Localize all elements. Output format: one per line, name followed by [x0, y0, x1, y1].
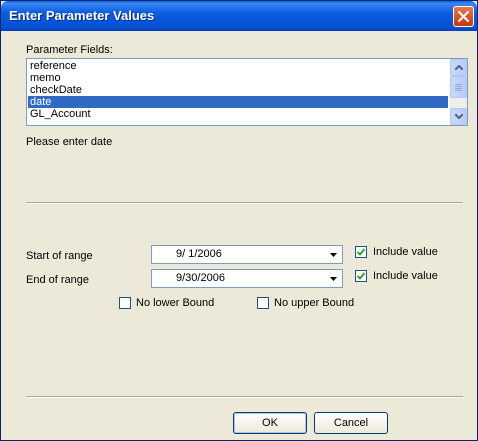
start-include-label: Include value [373, 246, 438, 258]
title-bar[interactable]: Enter Parameter Values [1, 1, 477, 31]
ok-button[interactable]: OK [233, 412, 307, 434]
list-item-partial[interactable] [28, 120, 448, 125]
separator-bottom [26, 396, 463, 398]
close-icon [458, 11, 469, 22]
end-range-combo[interactable]: 9/30/2006 [151, 269, 343, 288]
list-item[interactable]: memo [28, 72, 448, 84]
dropdown-arrow-icon [330, 277, 337, 281]
start-include-checkbox[interactable] [355, 246, 367, 258]
dialog-window: Enter Parameter Values Parameter Fields:… [0, 0, 478, 441]
list-item-selected[interactable]: date [28, 96, 448, 108]
no-lower-bound-label: No lower Bound [136, 297, 215, 309]
scroll-thumb[interactable] [450, 76, 467, 98]
list-item[interactable]: checkDate [28, 84, 448, 96]
start-range-label: Start of range [26, 250, 93, 262]
separator-top [26, 202, 463, 204]
end-range-label: End of range [26, 274, 89, 286]
end-include-label: Include value [373, 270, 438, 282]
chevron-up-icon [455, 65, 463, 70]
list-scrollbar[interactable] [450, 59, 467, 125]
no-upper-bound-label: No upper Bound [274, 297, 355, 309]
close-button[interactable] [453, 6, 474, 27]
parameter-fields-list[interactable]: reference memo checkDate date GL_Account [26, 58, 468, 126]
list-item[interactable]: reference [28, 60, 448, 72]
scroll-down-button[interactable] [450, 108, 467, 125]
scroll-up-button[interactable] [450, 59, 467, 76]
end-include-checkbox[interactable] [355, 270, 367, 282]
no-lower-bound-checkbox[interactable] [119, 297, 131, 309]
end-range-value: 9/30/2006 [176, 272, 225, 284]
prompt-text: Please enter date [26, 136, 113, 148]
dropdown-arrow-icon [330, 253, 337, 257]
checkmark-icon [357, 248, 365, 256]
list-item[interactable]: GL_Account [28, 108, 448, 120]
end-range-dropdown-button[interactable] [326, 271, 341, 286]
start-range-dropdown-button[interactable] [326, 247, 341, 262]
dialog-title: Enter Parameter Values [9, 8, 155, 23]
start-range-combo[interactable]: 9/ 1/2006 [151, 245, 343, 264]
no-upper-bound-checkbox[interactable] [257, 297, 269, 309]
cancel-button[interactable]: Cancel [314, 412, 388, 434]
chevron-down-icon [455, 114, 463, 119]
parameter-fields-label: Parameter Fields: [26, 44, 113, 56]
checkmark-icon [357, 272, 365, 280]
start-range-value: 9/ 1/2006 [176, 248, 222, 260]
